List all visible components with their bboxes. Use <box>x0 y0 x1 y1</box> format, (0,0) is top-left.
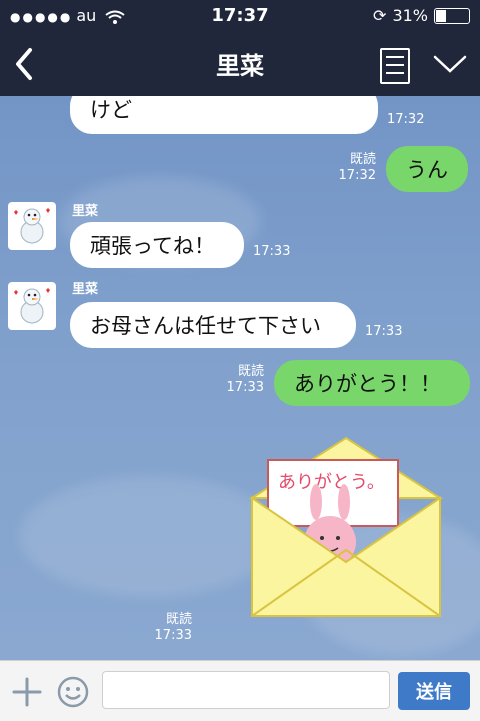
battery-status: ⟳ 31% <box>373 6 470 25</box>
message-time: 17:33 <box>253 244 291 259</box>
message-time: 17:33 <box>365 324 403 339</box>
rotation-lock-icon: ⟳ <box>373 6 387 25</box>
snowman-avatar-icon <box>14 208 50 244</box>
message-meta: 既読 17:33 <box>218 364 264 396</box>
message-text: うん <box>406 158 448 182</box>
send-button[interactable]: 送信 <box>398 672 470 710</box>
message-text: 頑張ってね！ <box>90 234 215 258</box>
battery-icon <box>434 7 470 24</box>
message-meta: 既読 17:33 <box>146 612 192 644</box>
chat-area[interactable]: けど 17:32 うん 既読 17:32 里菜 頑張ってね！ 17:33 里菜 <box>0 96 480 660</box>
thank-you-bunny-sticker[interactable]: ありがとう。 <box>246 432 446 622</box>
chevron-down-icon[interactable] <box>432 52 468 76</box>
message-time: 17:33 <box>226 380 264 395</box>
message-time: 17:32 <box>338 168 376 183</box>
message-time: 17:32 <box>387 112 425 127</box>
message-text: お母さんは任せて下さい <box>90 314 321 338</box>
read-receipt: 既読 <box>165 612 192 627</box>
read-receipt: 既読 <box>237 364 264 379</box>
message-bubble-outgoing[interactable]: うん <box>386 146 468 192</box>
sender-name: 里菜 <box>72 282 99 297</box>
avatar[interactable] <box>8 282 56 330</box>
snowman-avatar-icon <box>14 288 50 324</box>
message-bubble-outgoing[interactable]: ありがとう！！ <box>274 360 470 406</box>
message-bubble-incoming[interactable]: けど <box>70 96 378 134</box>
message-text: けど <box>90 98 132 122</box>
message-composer: 送信 <box>0 660 480 721</box>
message-bubble-incoming[interactable]: お母さんは任せて下さい <box>70 302 356 348</box>
emoji-icon[interactable] <box>56 675 90 709</box>
message-text: ありがとう！！ <box>294 372 441 396</box>
sticker-text: ありがとう。 <box>278 472 385 493</box>
sender-name: 里菜 <box>72 204 99 219</box>
message-bubble-incoming[interactable]: 頑張ってね！ <box>70 222 244 268</box>
message-meta: 既読 17:32 <box>330 152 376 184</box>
message-input[interactable] <box>102 671 390 709</box>
note-icon[interactable] <box>380 48 410 84</box>
battery-percent: 31% <box>392 6 428 25</box>
message-time: 17:33 <box>154 628 192 643</box>
avatar[interactable] <box>8 202 56 250</box>
status-bar: ●●●●● au 17:37 ⟳ 31% <box>0 0 480 32</box>
read-receipt: 既読 <box>349 152 376 167</box>
chat-header: 里菜 <box>0 32 480 96</box>
plus-icon[interactable] <box>10 675 44 709</box>
